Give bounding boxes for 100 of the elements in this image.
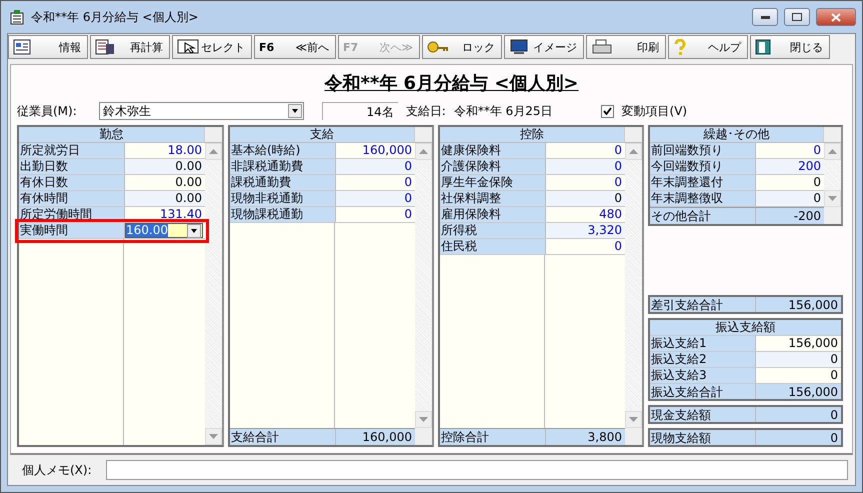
value-cell[interactable]: 0 <box>546 191 625 206</box>
value-cell[interactable]: 0 <box>336 159 415 174</box>
toolbar-button[interactable]: 印刷 <box>586 35 666 59</box>
dropdown-icon[interactable] <box>187 224 201 238</box>
value-cell[interactable]: 0 <box>336 191 415 206</box>
total-label: 控除合計 <box>440 429 546 445</box>
memo-label: 個人メモ(X): <box>22 462 92 478</box>
scroll-down-icon[interactable] <box>828 196 837 201</box>
row-label: 現物非税通勤 <box>230 191 336 206</box>
total-label: 振込支給合計 <box>650 384 756 399</box>
scrollbar-corner <box>204 127 222 142</box>
row-label: 介護保険料 <box>440 159 546 174</box>
scrollbar[interactable] <box>205 143 222 445</box>
total-label: その他合計 <box>650 208 756 224</box>
toolbar-button[interactable]: ヘルプ <box>668 35 748 59</box>
value-cell[interactable]: 3,320 <box>546 223 625 238</box>
scroll-down-icon[interactable] <box>629 417 638 422</box>
dropdown-icon[interactable] <box>288 104 302 118</box>
scrollbar-corner <box>414 127 432 142</box>
scrollbar[interactable] <box>824 143 841 224</box>
total-value: 0 <box>756 407 841 422</box>
row-label: 今回端数預り <box>650 159 756 174</box>
block-header: 振込支給額 <box>650 320 841 335</box>
close-icon <box>831 12 841 22</box>
value-cell[interactable]: 0 <box>756 352 841 367</box>
employee-count: 14名 <box>322 102 398 120</box>
row-label: 所得税 <box>440 223 546 238</box>
row-label: 有休日数 <box>19 175 125 190</box>
row-label: 振込支給3 <box>650 368 756 383</box>
page-heading: 令和**年 6月分給与 <個人別> <box>323 72 580 96</box>
toolbar-button[interactable]: ロック <box>422 35 502 59</box>
employee-select[interactable]: 鈴木弥生 <box>98 102 304 120</box>
scrollbar-corner <box>624 127 642 142</box>
door-icon <box>755 39 771 55</box>
total-value: -200 <box>756 208 824 224</box>
scrollbar[interactable] <box>415 143 432 445</box>
toolbar-button[interactable]: セレクト <box>172 35 252 59</box>
scrollbar-corner <box>625 428 642 445</box>
value-cell[interactable]: 0 <box>756 368 841 383</box>
close-button[interactable] <box>816 8 856 26</box>
calculator-icon <box>95 39 115 55</box>
memo-input[interactable] <box>106 460 848 480</box>
total-label: 支給合計 <box>230 429 336 445</box>
toolbar-button[interactable]: 閉じる <box>750 35 830 59</box>
row-label: 健康保険料 <box>440 143 546 158</box>
row-label: 年末調整徴収 <box>650 191 756 206</box>
question-mark-icon <box>673 39 687 55</box>
value-cell[interactable]: 0.00 <box>125 159 205 174</box>
monitor-icon <box>509 39 529 55</box>
scroll-up-icon[interactable] <box>419 149 428 154</box>
total-label: 差引支給合計 <box>650 297 756 312</box>
scroll-up-icon[interactable] <box>629 149 638 154</box>
value-cell[interactable]: 200 <box>756 159 824 174</box>
toolbar-button[interactable]: イメージ <box>504 35 584 59</box>
total-value: 3,800 <box>546 429 625 445</box>
checkbox-label[interactable]: 変動項目(V) <box>622 102 688 120</box>
printer-icon <box>591 39 613 55</box>
employee-label: 従業員(M): <box>17 102 77 120</box>
row-label: 雇用保険料 <box>440 207 546 222</box>
scroll-up-icon[interactable] <box>209 149 218 154</box>
row-label: 非課税通勤費 <box>230 159 336 174</box>
row-label: 厚生年金保険 <box>440 175 546 190</box>
scrollbar-corner <box>824 207 841 224</box>
value-cell[interactable]: 0 <box>756 191 824 206</box>
scrollbar-corner <box>823 127 841 142</box>
pay-date: 令和**年 6月25日 <box>454 102 553 120</box>
key-icon <box>427 39 449 55</box>
row-label: 前回端数預り <box>650 143 756 158</box>
total-label: 現金支給額 <box>650 407 756 422</box>
restore-button[interactable] <box>784 8 810 26</box>
pay-date-label: 支給日: <box>406 102 446 120</box>
value-cell[interactable]: 0 <box>546 159 625 174</box>
total-value: 156,000 <box>756 384 841 399</box>
row-label: 社保料調整 <box>440 191 546 206</box>
restore-icon <box>792 13 802 21</box>
toolbar-button[interactable]: 情報 <box>8 35 88 59</box>
row-label: 有休時間 <box>19 191 125 206</box>
value-cell[interactable]: 156,000 <box>756 336 841 351</box>
scroll-down-icon[interactable] <box>419 417 428 422</box>
scroll-up-icon[interactable] <box>828 149 837 154</box>
row-label: 所定就労日 <box>19 143 125 158</box>
row-label: 住民税 <box>440 239 546 254</box>
grid-header: 繰越･その他 <box>650 127 823 142</box>
value-input[interactable]: 160.00 <box>125 223 203 238</box>
window-title: 令和**年 6月分給与 <個人別> <box>31 8 200 26</box>
document-icon <box>13 39 31 55</box>
total-value: 0 <box>756 430 841 445</box>
scrollbar-corner <box>415 428 432 445</box>
scrollbar[interactable] <box>625 143 642 445</box>
scroll-down-icon[interactable] <box>209 434 218 439</box>
checkbox[interactable] <box>600 104 614 118</box>
toolbar-button[interactable]: 再計算 <box>90 35 170 59</box>
row-label: 振込支給1 <box>650 336 756 351</box>
grid-header: 支給 <box>230 127 414 142</box>
value-cell[interactable]: 0.00 <box>125 191 205 206</box>
selection-cursor-icon <box>177 39 199 55</box>
minimize-button[interactable] <box>752 8 778 26</box>
row-label: 出勤日数 <box>19 159 125 174</box>
toolbar-button[interactable]: F6 ≪前へ <box>254 35 336 59</box>
app-icon <box>9 9 25 25</box>
